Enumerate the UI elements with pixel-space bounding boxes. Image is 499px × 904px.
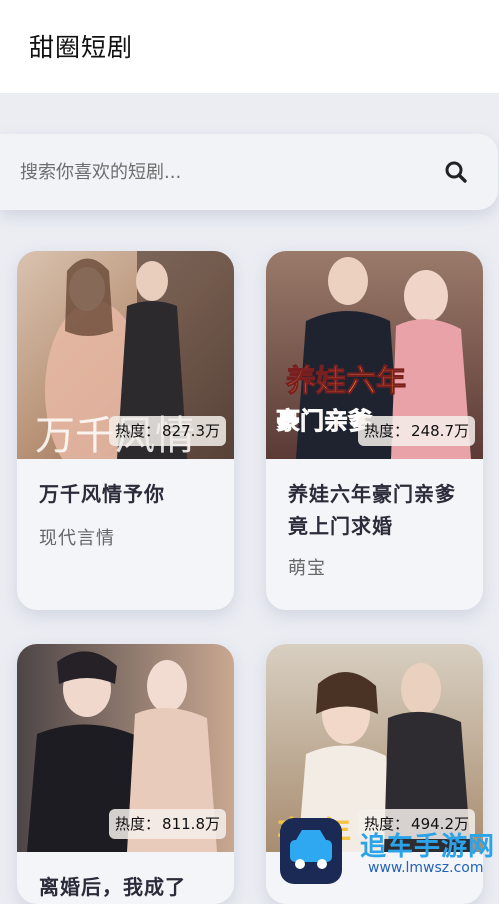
drama-card[interactable]: 热度： 811.8万 离婚后，我成了: [17, 644, 234, 904]
watermark-logo: [280, 818, 342, 884]
drama-poster[interactable]: 养娃六年 豪门亲爹 热度： 248.7万: [266, 251, 483, 459]
drama-title[interactable]: 万千风情予你: [39, 478, 219, 510]
svg-text:养娃六年: 养娃六年: [286, 364, 406, 399]
drama-poster[interactable]: 热度： 811.8万: [17, 644, 234, 852]
watermark-name: 追车手游网: [360, 832, 496, 862]
heat-value: 827.3万: [162, 422, 220, 440]
search-input[interactable]: [20, 156, 420, 188]
heat-label: 热度：: [115, 422, 161, 440]
top-bar: 甜圈短剧: [0, 0, 499, 93]
drama-card[interactable]: 养娃六年 豪门亲爹 热度： 248.7万 养娃六年豪门亲爹竟上门求婚 萌宝: [266, 251, 483, 610]
heat-label: 热度：: [364, 422, 410, 440]
heat-label: 热度：: [115, 815, 161, 833]
heat-badge: 热度： 811.8万: [109, 809, 226, 839]
search-bar[interactable]: [0, 134, 498, 210]
heat-badge: 热度： 248.7万: [358, 416, 475, 446]
drama-title[interactable]: 养娃六年豪门亲爹竟上门求婚: [288, 478, 468, 542]
drama-poster[interactable]: 万千风情 热度：827.3万: [17, 251, 234, 459]
drama-genre: 现代言情: [39, 528, 115, 549]
heat-value: 811.8万: [162, 815, 220, 833]
search-icon[interactable]: [444, 160, 468, 184]
drama-card[interactable]: 万千风情 热度：827.3万 万千风情予你 现代言情: [17, 251, 234, 610]
heat-value: 248.7万: [411, 422, 469, 440]
app-title: 甜圈短剧: [29, 33, 134, 62]
drama-genre: 萌宝: [288, 558, 326, 579]
watermark: 追车手游网 www.lmwsz.com: [276, 812, 499, 887]
watermark-url: www.lmwsz.com: [368, 860, 484, 876]
heat-badge: 热度： 827.3万: [109, 416, 226, 446]
drama-title[interactable]: 离婚后，我成了: [39, 871, 219, 903]
